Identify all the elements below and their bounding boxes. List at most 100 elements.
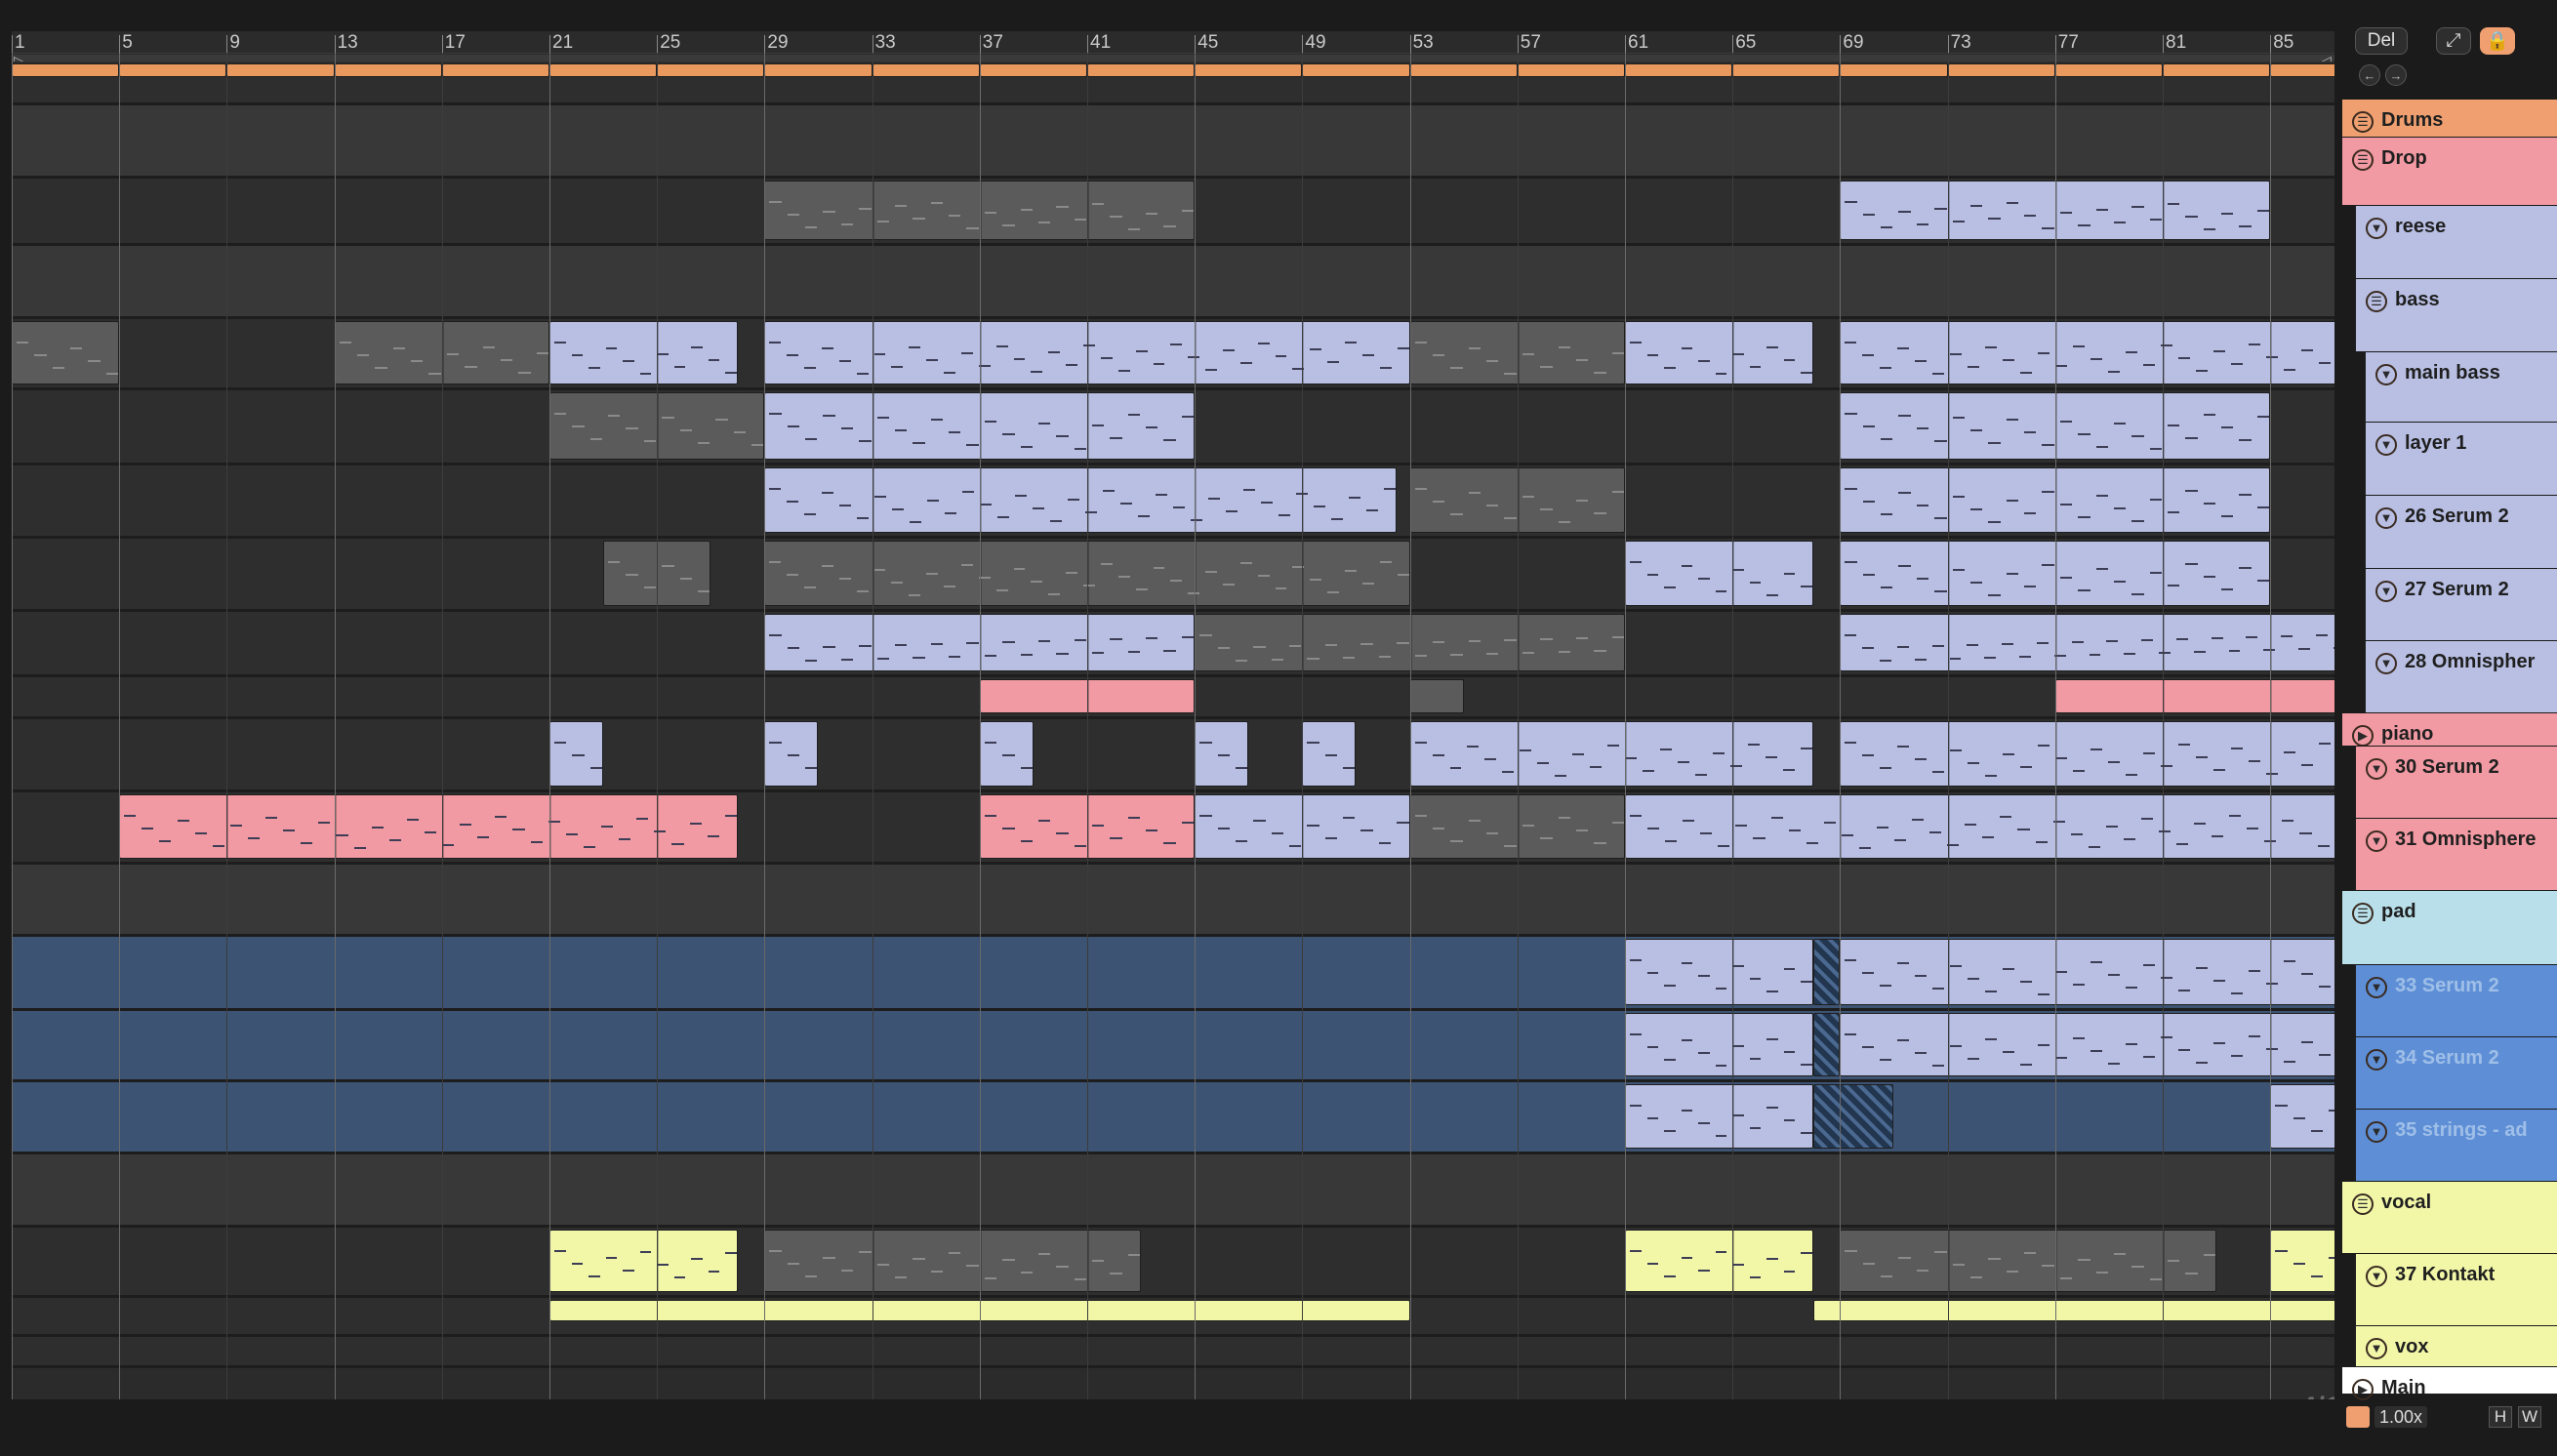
delete-button[interactable]: Del <box>2355 27 2408 55</box>
fold-down-icon[interactable]: ▼ <box>2366 1266 2387 1287</box>
track-header-33-serum-2[interactable]: ▼ 33 Serum 2 <box>2354 964 2557 1036</box>
track-header-26-serum-2[interactable]: ▼ 26 Serum 2 <box>2364 495 2557 568</box>
strings35-clip[interactable] <box>1625 1084 1813 1149</box>
track-header-34-serum-2[interactable]: ▼ 34 Serum 2 <box>2354 1036 2557 1109</box>
serum30-clip[interactable] <box>1409 721 1813 787</box>
kontakt37-clip[interactable] <box>1840 1230 2217 1292</box>
track-header-vocal[interactable]: ☰ vocal <box>2342 1181 2557 1253</box>
serum34-clip[interactable] <box>1812 1013 1841 1076</box>
serum33-clip[interactable] <box>1812 939 1841 1005</box>
track-header-37-kontakt[interactable]: ▼ 37 Kontakt <box>2354 1253 2557 1325</box>
track-lane[interactable] <box>12 1082 2334 1154</box>
arrangement-area[interactable]: 1 5 9 13 17 21 25 29 33 37 41 45 49 53 57 61 65 69 73 77 81 8… <box>12 31 2334 1399</box>
strings35-clip[interactable] <box>2270 1084 2334 1149</box>
fold-down-icon[interactable]: ▼ <box>2375 434 2397 456</box>
group-fold-icon[interactable]: ☰ <box>2352 1193 2374 1215</box>
track-lane[interactable] <box>12 390 2334 465</box>
main-bass-clip[interactable] <box>12 321 120 384</box>
expand-icon[interactable]: ⤢ <box>2436 27 2471 55</box>
drum-clip[interactable] <box>1409 63 1518 77</box>
drum-clip[interactable] <box>979 63 1087 77</box>
piano-clip[interactable] <box>1409 679 1464 713</box>
kontakt37-clip[interactable] <box>549 1230 738 1292</box>
track-lane[interactable] <box>12 612 2334 677</box>
track-header-vox[interactable]: ▼ vox <box>2354 1325 2557 1366</box>
drum-clip[interactable] <box>1517 63 1625 77</box>
track-lane[interactable] <box>12 865 2334 937</box>
fold-down-icon[interactable]: ▼ <box>2366 758 2387 780</box>
drum-clip[interactable] <box>872 63 980 77</box>
drum-clip[interactable] <box>1195 63 1303 77</box>
group-fold-icon[interactable]: ☰ <box>2366 291 2387 312</box>
fold-down-icon[interactable]: ▼ <box>2375 364 2397 385</box>
drum-clip[interactable] <box>1087 63 1196 77</box>
omnisphere31-clip[interactable] <box>1625 794 2334 859</box>
serum34-clip[interactable] <box>1625 1013 1813 1076</box>
track-lane[interactable] <box>12 539 2334 612</box>
serum30-clip[interactable] <box>549 721 604 787</box>
piano-clip[interactable] <box>2054 679 2334 713</box>
strings35-clip[interactable] <box>1812 1084 1894 1149</box>
fold-down-icon[interactable]: ▼ <box>2375 507 2397 529</box>
serum33-clip[interactable] <box>1625 939 1813 1005</box>
track-lane[interactable] <box>12 792 2334 865</box>
zoom-readout[interactable]: 1.00x <box>2374 1406 2427 1428</box>
track-lane[interactable] <box>12 1337 2334 1368</box>
track-header-28-omnispher[interactable]: ▼ 28 Omnispher <box>2364 640 2557 712</box>
serum30-clip[interactable] <box>764 721 819 787</box>
kontakt37-clip[interactable] <box>764 1230 1142 1292</box>
track-header-main-bass[interactable]: ▼ main bass <box>2364 351 2557 422</box>
group-fold-icon[interactable]: ☰ <box>2352 149 2374 171</box>
track-lane[interactable] <box>12 1228 2334 1298</box>
track-header-drums[interactable]: ☰ Drums <box>2342 99 2557 137</box>
vox-clip[interactable] <box>1812 1300 2334 1321</box>
track-header-bass[interactable]: ☰ bass <box>2354 278 2557 351</box>
fold-down-icon[interactable]: ▼ <box>2366 977 2387 998</box>
track-lane[interactable] <box>12 105 2334 179</box>
fold-down-icon[interactable]: ▼ <box>2366 1049 2387 1071</box>
track-header-35-strings-ad[interactable]: ▼ 35 strings - ad <box>2354 1109 2557 1181</box>
drum-clip[interactable] <box>2270 63 2334 77</box>
drum-clip[interactable] <box>549 63 658 77</box>
track-lane[interactable] <box>12 1011 2334 1082</box>
track-lane[interactable] <box>12 1298 2334 1337</box>
track-header-main[interactable]: ▶ Main <box>2342 1366 2557 1400</box>
serum27-clip[interactable] <box>1625 541 1813 606</box>
width-toggle-button[interactable]: W <box>2518 1406 2541 1428</box>
group-fold-icon[interactable]: ☰ <box>2352 903 2374 924</box>
track-lane[interactable] <box>12 179 2334 246</box>
drum-clip[interactable] <box>12 63 120 77</box>
drum-clip[interactable] <box>1732 63 1841 77</box>
track-lane[interactable] <box>12 937 2334 1011</box>
track-header-reese[interactable]: ▼ reese <box>2354 205 2557 278</box>
serum30-clip[interactable] <box>1840 721 2334 787</box>
drum-clip[interactable] <box>657 63 765 77</box>
track-header-piano[interactable]: ▶ piano <box>2342 712 2557 747</box>
track-lane[interactable] <box>12 465 2334 539</box>
track-lane[interactable] <box>12 319 2334 390</box>
main-bass-clip[interactable] <box>1625 321 1813 384</box>
serum30-clip[interactable] <box>1195 721 1249 787</box>
fold-down-icon[interactable]: ▼ <box>2366 218 2387 239</box>
fold-down-icon[interactable]: ▼ <box>2366 830 2387 852</box>
serum34-clip[interactable] <box>1840 1013 2334 1076</box>
play-icon[interactable]: ▶ <box>2352 1379 2374 1400</box>
play-icon[interactable]: ▶ <box>2352 725 2374 747</box>
track-header-pad[interactable]: ☰ pad <box>2342 890 2557 964</box>
main-bass-clip[interactable] <box>549 321 738 384</box>
drum-clip[interactable] <box>1947 63 2055 77</box>
drum-clip[interactable] <box>1625 63 1733 77</box>
track-lane[interactable] <box>12 246 2334 319</box>
serum30-clip[interactable] <box>979 721 1034 787</box>
track-header-30-serum-2[interactable]: ▼ 30 Serum 2 <box>2354 746 2557 818</box>
track-lane[interactable] <box>12 677 2334 719</box>
fold-down-icon[interactable]: ▼ <box>2375 581 2397 602</box>
drum-clip[interactable] <box>226 63 335 77</box>
track-lane[interactable] <box>12 1154 2334 1228</box>
fold-down-icon[interactable]: ▼ <box>2366 1121 2387 1143</box>
omnisphere31-clip[interactable] <box>119 794 738 859</box>
drum-clip[interactable] <box>1840 63 1948 77</box>
track-header-drop[interactable]: ☰ Drop <box>2342 137 2557 205</box>
fold-down-icon[interactable]: ▼ <box>2375 653 2397 674</box>
serum33-clip[interactable] <box>1840 939 2334 1005</box>
